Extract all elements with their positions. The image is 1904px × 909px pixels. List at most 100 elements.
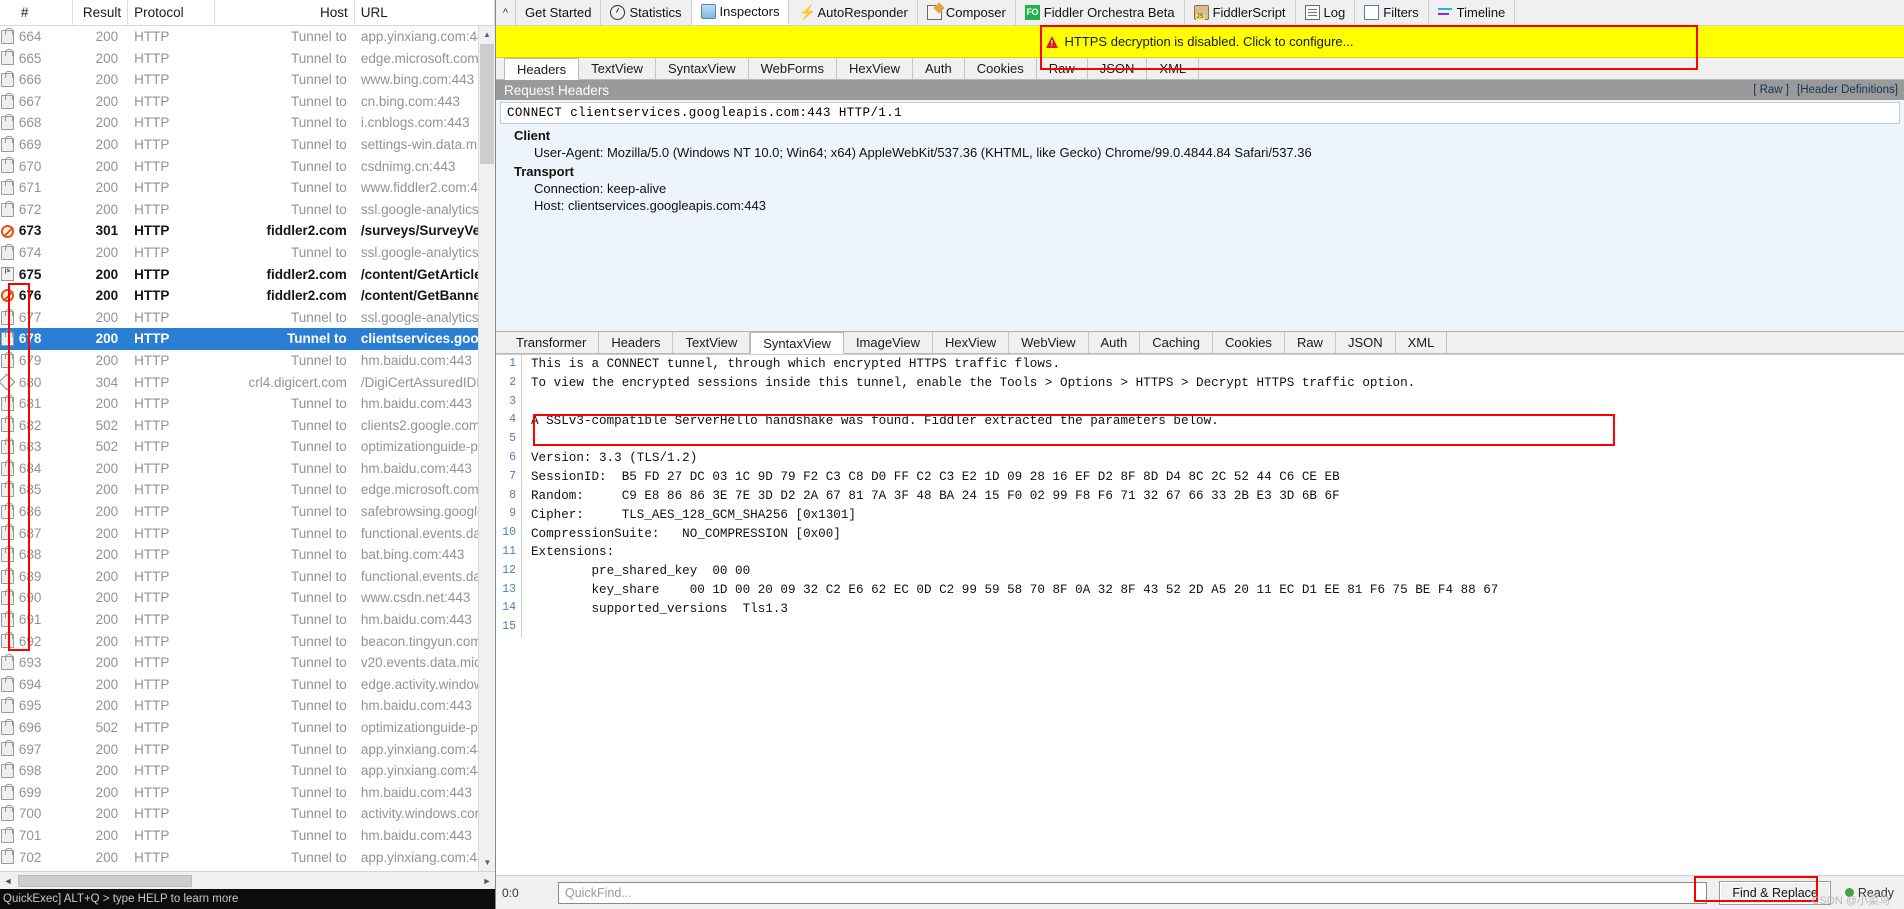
session-list-scroll-area[interactable]: 664 200 HTTP Tunnel to app.yinxiang.com:443 6… [0, 26, 495, 871]
table-row[interactable]: 681 200 HTTP Tunnel to hm.baidu.com:443 [0, 393, 495, 415]
response-tab-hexview[interactable]: HexView [933, 332, 1010, 353]
table-row[interactable]: 698 200 HTTP Tunnel to app.yinxiang.com:443 [0, 760, 495, 782]
table-row[interactable]: 671 200 HTTP Tunnel to www.fiddler2.com:44: [0, 177, 495, 199]
response-tab-imageview[interactable]: ImageView [843, 332, 934, 353]
request-tab-cookies[interactable]: Cookies [964, 58, 1037, 79]
request-tab-raw[interactable]: Raw [1036, 58, 1088, 79]
response-tab-raw[interactable]: Raw [1284, 332, 1336, 353]
scrollbar-thumb[interactable] [480, 44, 494, 164]
column-header-protocol[interactable]: Protocol [128, 0, 215, 26]
column-header-number[interactable]: # [15, 0, 74, 26]
tab-timeline[interactable]: Timeline [1428, 0, 1516, 25]
table-row[interactable]: 666 200 HTTP Tunnel to www.bing.com:443 [0, 69, 495, 91]
scroll-up-icon[interactable]: ▲ [479, 26, 495, 43]
response-tab-json[interactable]: JSON [1335, 332, 1396, 353]
hscroll-thumb[interactable] [18, 874, 192, 887]
table-row[interactable]: 685 200 HTTP Tunnel to edge.microsoft.com:4 [0, 479, 495, 501]
session-list-horizontal-scrollbar[interactable]: ◄ ► [0, 871, 495, 889]
syntaxview-code-area[interactable]: 1 This is a CONNECT tunnel, through which… [496, 354, 1904, 875]
https-decryption-warning-banner[interactable]: HTTPS decryption is disabled. Click to c… [496, 26, 1904, 58]
table-row[interactable]: 677 200 HTTP Tunnel to ssl.google-analytics.… [0, 307, 495, 329]
table-row[interactable]: 695 200 HTTP Tunnel to hm.baidu.com:443 [0, 695, 495, 717]
response-tab-caching[interactable]: Caching [1140, 332, 1213, 353]
request-tab-syntaxview[interactable]: SyntaxView [655, 58, 749, 79]
table-row[interactable]: 679 200 HTTP Tunnel to hm.baidu.com:443 [0, 350, 495, 372]
response-tab-headers[interactable]: Headers [599, 332, 674, 353]
table-row[interactable]: 684 200 HTTP Tunnel to hm.baidu.com:443 [0, 458, 495, 480]
response-tab-transformer[interactable]: Transformer [504, 332, 600, 353]
response-tab-textview[interactable]: TextView [673, 332, 751, 353]
response-tab-auth[interactable]: Auth [1088, 332, 1141, 353]
request-tab-headers[interactable]: Headers [504, 58, 580, 80]
column-header-host[interactable]: Host [215, 0, 355, 26]
table-row[interactable]: 696 502 HTTP Tunnel to optimizationguide-pa.… [0, 717, 495, 739]
tab-fiddler-orchestra-beta[interactable]: FO Fiddler Orchestra Beta [1015, 0, 1185, 25]
table-row[interactable]: 700 200 HTTP Tunnel to activity.windows.com: [0, 803, 495, 825]
cursor-coordinates: 0:0 [502, 885, 519, 900]
request-tab-xml[interactable]: XML [1147, 58, 1200, 79]
scroll-left-icon[interactable]: ◄ [0, 873, 16, 889]
request-tab-json[interactable]: JSON [1087, 58, 1148, 79]
table-row[interactable]: 693 200 HTTP Tunnel to v20.events.data.micr [0, 652, 495, 674]
table-row[interactable]: 678 200 HTTP Tunnel to clientservices.google… [0, 328, 495, 350]
table-row[interactable]: 686 200 HTTP Tunnel to safebrowsing.googlea [0, 501, 495, 523]
table-row[interactable]: 697 200 HTTP Tunnel to app.yinxiang.com:443 [0, 739, 495, 761]
session-list-vertical-scrollbar[interactable]: ▲ ▼ [478, 26, 495, 871]
tab-get-started[interactable]: Get Started [516, 0, 602, 25]
collapse-icon[interactable]: ^ [496, 0, 516, 25]
request-tab-webforms[interactable]: WebForms [748, 58, 837, 79]
response-tab-syntaxview[interactable]: SyntaxView [750, 332, 844, 354]
table-row[interactable]: 673 301 HTTP fiddler2.com/surveys/SurveyVer… [0, 220, 495, 242]
response-tab-xml[interactable]: XML [1395, 332, 1448, 353]
table-row[interactable]: 674 200 HTTP Tunnel to ssl.google-analytics.… [0, 242, 495, 264]
scroll-down-icon[interactable]: ▼ [479, 854, 495, 871]
table-row[interactable]: 689 200 HTTP Tunnel to functional.events.dat… [0, 566, 495, 588]
table-row[interactable]: 668 200 HTTP Tunnel to i.cnblogs.com:443 [0, 112, 495, 134]
table-row[interactable]: 665 200 HTTP Tunnel to edge.microsoft.com:4 [0, 48, 495, 70]
cell-number: 695 [18, 698, 42, 714]
table-row[interactable]: 682 502 HTTP Tunnel to clients2.google.com:4 [0, 415, 495, 437]
hscroll-track[interactable] [16, 873, 479, 888]
request-tab-hexview[interactable]: HexView [836, 58, 914, 79]
table-row[interactable]: 690 200 HTTP Tunnel to www.csdn.net:443 [0, 587, 495, 609]
table-row[interactable]: 699 200 HTTP Tunnel to hm.baidu.com:443 [0, 782, 495, 804]
request-tab-textview[interactable]: TextView [579, 58, 656, 79]
column-header-url[interactable]: URL [355, 0, 495, 26]
table-row[interactable]: js 675 200 HTTP fiddler2.com/content/GetArti… [0, 264, 495, 286]
table-row[interactable]: 691 200 HTTP Tunnel to hm.baidu.com:443 [0, 609, 495, 631]
tab-statistics[interactable]: Statistics [601, 0, 692, 25]
tab-autoresponder[interactable]: ⚡ AutoResponder [789, 0, 918, 25]
table-row[interactable]: 670 200 HTTP Tunnel to csdnimg.cn:443 [0, 156, 495, 178]
column-header-result[interactable]: Result [73, 0, 129, 26]
tab-filters[interactable]: Filters [1355, 0, 1429, 25]
response-tab-cookies[interactable]: Cookies [1212, 332, 1285, 353]
table-row[interactable]: 669 200 HTTP Tunnel to settings-win.data.mic… [0, 134, 495, 156]
table-row[interactable]: 687 200 HTTP Tunnel to functional.events.dat… [0, 523, 495, 545]
raw-link[interactable]: [ Raw ] [1753, 84, 1789, 96]
table-row[interactable]: 688 200 HTTP Tunnel to bat.bing.com:443 [0, 544, 495, 566]
table-row[interactable]: 694 200 HTTP Tunnel to edge.activity.windows [0, 674, 495, 696]
tab-inspectors[interactable]: Inspectors [691, 0, 790, 25]
warning-content: HTTPS decryption is disabled. Click to c… [1046, 34, 1354, 49]
table-row[interactable]: 664 200 HTTP Tunnel to app.yinxiang.com:443 [0, 26, 495, 48]
table-row[interactable]: 683 502 HTTP Tunnel to optimizationguide-pa.… [0, 436, 495, 458]
quickfind-input[interactable]: QuickFind... [558, 881, 1708, 904]
cell-url: www.fiddler2.com:44: [360, 180, 490, 196]
request-tab-auth[interactable]: Auth [913, 58, 965, 79]
table-row[interactable]: 680 304 HTTP crl4.digicert.com/DigiCertAssu… [0, 372, 495, 394]
table-row[interactable]: 702 200 HTTP Tunnel to app.yinxiang.com:443 [0, 847, 495, 869]
header-definitions-link[interactable]: [Header Definitions] [1797, 84, 1898, 96]
tab-log[interactable]: Log [1295, 0, 1356, 25]
scroll-right-icon[interactable]: ► [479, 873, 495, 889]
tab-composer[interactable]: Composer [917, 0, 1016, 25]
table-row[interactable]: 676 200 HTTP fiddler2.com/content/GetBanner… [0, 285, 495, 307]
request-line: CONNECT clientservices.googleapis.com:44… [500, 102, 1900, 124]
table-row[interactable]: 692 200 HTTP Tunnel to beacon.tingyun.com:4 [0, 631, 495, 653]
table-row[interactable]: 667 200 HTTP Tunnel to cn.bing.com:443 [0, 91, 495, 113]
table-row[interactable]: 672 200 HTTP Tunnel to ssl.google-analytics.… [0, 199, 495, 221]
cell-protocol: HTTP [134, 633, 170, 649]
table-row[interactable]: 701 200 HTTP Tunnel to hm.baidu.com:443 [0, 825, 495, 847]
tab-fiddlerscript[interactable]: FiddlerScript [1184, 0, 1296, 25]
cell-host: Tunnel to [291, 655, 347, 671]
response-tab-webview[interactable]: WebView [1009, 332, 1089, 353]
